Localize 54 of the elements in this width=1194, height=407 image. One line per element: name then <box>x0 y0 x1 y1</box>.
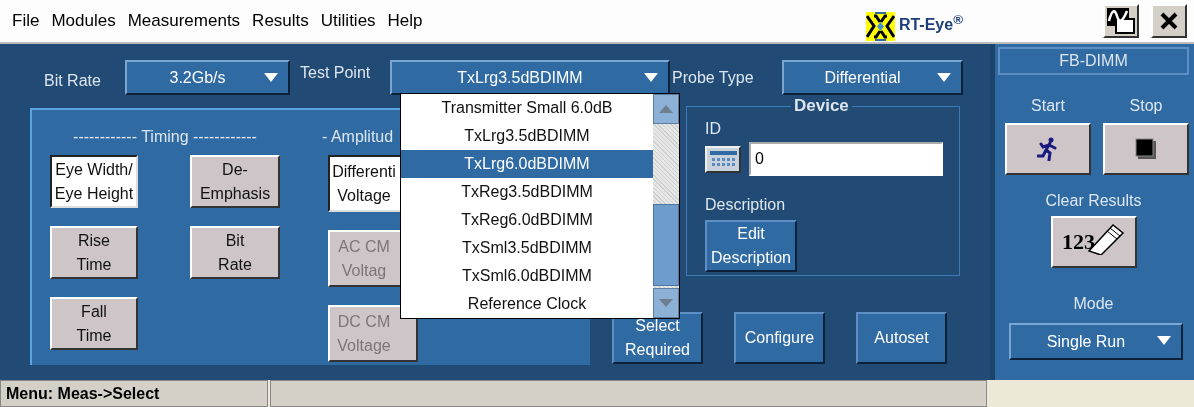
caret-icon <box>264 73 278 82</box>
status-text: Menu: Meas->Select <box>0 380 268 407</box>
caret-icon <box>937 73 951 82</box>
menu-item[interactable]: File <box>12 11 40 31</box>
scrollbar-thumb[interactable] <box>653 204 679 286</box>
caret-icon <box>644 73 658 82</box>
square-icon <box>1135 138 1157 160</box>
measurement-button[interactable]: Eye Width/ Eye Height <box>50 155 138 208</box>
measurement-button[interactable]: Rise Time <box>50 226 138 279</box>
dropdown[interactable]: Differential <box>782 60 963 95</box>
list-item[interactable]: TxLrg6.0dBDIMM <box>401 150 653 178</box>
measurement-button[interactable]: Fall Time <box>50 297 138 350</box>
measurement-button[interactable]: Bit Rate <box>190 226 280 279</box>
app-title: RT-Eye$^{®}$ <box>898 11 963 35</box>
edit-description-button[interactable]: Edit Description <box>705 220 797 272</box>
clear-results-button[interactable]: 123 <box>1050 216 1137 268</box>
list-item[interactable]: Transmitter Small 6.0dB <box>401 94 653 122</box>
waveform-icon <box>1106 7 1136 35</box>
dropdown[interactable]: TxLrg3.5dBDIMM <box>390 60 670 95</box>
scrollbar[interactable] <box>653 94 679 318</box>
menu-item[interactable]: Modules <box>51 11 116 31</box>
field-label: Description <box>705 196 787 214</box>
close-icon <box>1159 11 1179 31</box>
running-man-icon <box>1037 137 1059 161</box>
caret-icon <box>1157 336 1171 345</box>
id-field[interactable]: 0 <box>749 142 943 176</box>
setting-label: Probe Type <box>672 68 755 87</box>
module-label: FB-DIMM <box>998 47 1189 75</box>
action-button[interactable]: Autoset <box>856 312 947 364</box>
setting-label: Bit Rate <box>44 71 102 90</box>
menu-item[interactable]: Measurements <box>127 11 241 31</box>
field-label: ID <box>705 120 722 138</box>
menu-item[interactable]: Utilities <box>320 11 376 31</box>
action-button[interactable]: Configure <box>734 312 825 364</box>
button-label: Clear Results <box>1044 192 1143 211</box>
setting-label: Test Point <box>300 63 372 82</box>
list-item[interactable]: TxLrg3.5dBDIMM <box>401 122 653 150</box>
mode-dropdown[interactable]: Single Run <box>1009 323 1183 360</box>
menu-item[interactable]: Results <box>252 11 309 31</box>
waveform-button[interactable] <box>1103 4 1139 38</box>
group-title: Device <box>793 96 850 116</box>
logo-icon <box>865 11 895 41</box>
menu-item[interactable]: Help <box>387 11 423 31</box>
start-button[interactable] <box>1005 123 1091 175</box>
section-header: ------------ Timing ------------ <box>72 127 258 147</box>
measurement-button[interactable]: De- Emphasis <box>190 155 280 208</box>
close-button[interactable] <box>1151 4 1187 38</box>
button-label: Stop <box>1129 97 1163 116</box>
section-header: - Amplitud <box>322 127 395 147</box>
keypad-icon[interactable] <box>705 145 741 173</box>
stop-button[interactable] <box>1103 123 1189 175</box>
dropdown[interactable]: 3.2Gb/s <box>125 60 290 95</box>
button-label: Mode <box>1072 295 1115 314</box>
button-label: Start <box>1031 97 1065 116</box>
